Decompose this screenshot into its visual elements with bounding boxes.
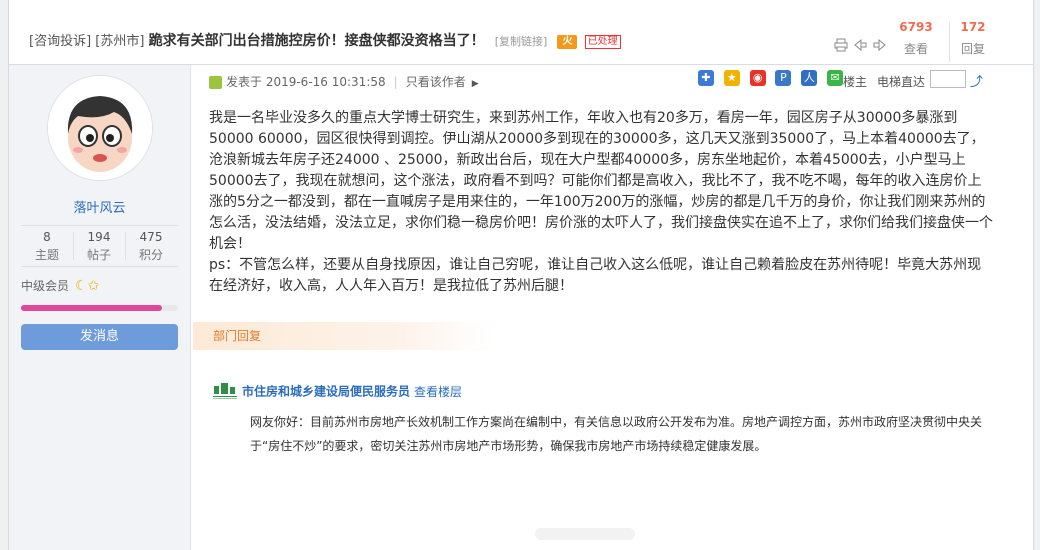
post-content: 我是一名毕业没多久的重点大学博士研究生，来到苏州工作，年收入也有20多万，看房一…	[209, 108, 994, 297]
thread-header: [咨询投诉] [苏州市] 跪求有关部门出台措施控房价！接盘侠都没资格当了！ [复…	[9, 8, 1033, 65]
level-progress-fill	[21, 305, 163, 311]
post-paragraph: 我是一名毕业没多久的重点大学博士研究生，来到苏州工作，年收入也有20多万，看房一…	[209, 110, 993, 252]
hot-fire-icon: 火	[557, 34, 578, 49]
post-time: 发表于 2019-6-16 10:31:58	[226, 75, 386, 89]
stat-value: 8	[43, 230, 51, 244]
stat-value: 194	[87, 230, 111, 244]
view-floor-link[interactable]: 查看楼层	[414, 385, 462, 399]
print-icon[interactable]	[834, 38, 848, 52]
weibo-icon[interactable]: ◉	[749, 70, 766, 86]
floor-jump-input[interactable]	[930, 70, 966, 88]
author-sidebar: 落叶风云 8 主题 194 帖子 475 积分 中级会员 ☾✩ 发消息	[9, 65, 191, 550]
author-stat-topics[interactable]: 8 主题	[21, 230, 73, 263]
official-reply-header: 市住房和城乡建设局便民服务员 查看楼层	[212, 380, 462, 402]
stat-label: 积分	[138, 248, 163, 262]
post-meta: 发表于 2019-6-16 10:31:58 | 只看该作者 ▶	[209, 73, 479, 90]
author-stat-posts[interactable]: 194 帖子	[73, 230, 125, 263]
author-stats: 8 主题 194 帖子 475 积分	[21, 225, 178, 267]
official-reply-text: 网友你好：目前苏州市房地产长效机制工作方案尚在编制中，有关信息以政府公开发布为准…	[250, 415, 983, 453]
qzone-icon[interactable]: ★	[723, 70, 740, 86]
replies-count: 172	[960, 20, 986, 34]
department-reply-tag: 部门回复	[193, 322, 493, 350]
views-count: 6793	[899, 20, 933, 34]
play-arrow-icon: ▶	[471, 79, 479, 89]
jump-label: 电梯直达	[877, 75, 926, 89]
renren-icon[interactable]: 人	[801, 70, 818, 86]
avatar[interactable]	[47, 75, 153, 181]
author-name[interactable]: 落叶风云	[9, 197, 190, 216]
next-thread-icon[interactable]	[873, 38, 887, 52]
stat-label: 帖子	[86, 248, 111, 262]
rank-label: 中级会员	[21, 279, 70, 293]
prev-thread-icon[interactable]	[853, 38, 867, 52]
replies-label: 回复	[960, 42, 985, 56]
reply-org-name[interactable]: 市住房和城乡建设局便民服务员	[242, 385, 410, 399]
only-author-link[interactable]: 只看该作者	[406, 75, 466, 89]
status-badge: 已处理	[584, 34, 621, 49]
add-icon[interactable]: ✚	[698, 70, 714, 86]
category-link[interactable]: [咨询投诉]	[29, 34, 91, 49]
member-rank: 中级会员 ☾✩	[21, 277, 99, 294]
wechat-icon[interactable]: ✉	[827, 70, 844, 86]
jump-go-icon[interactable]: ⤴	[970, 71, 983, 90]
level-progress-bar	[21, 305, 178, 311]
moon-star-icon: ☾✩	[75, 278, 100, 294]
copy-link[interactable]: [复制链接]	[495, 35, 548, 48]
thread-page: [咨询投诉] [苏州市] 跪求有关部门出台措施控房价！接盘侠都没资格当了！ [复…	[8, 0, 1034, 550]
stat-value: 475	[139, 230, 163, 244]
send-message-button[interactable]: 发消息	[21, 324, 178, 350]
views-stat: 6793 查看	[893, 20, 939, 57]
views-label: 查看	[903, 42, 928, 56]
qq-icon[interactable]: P	[775, 70, 792, 86]
city-link[interactable]: [苏州市]	[95, 34, 144, 49]
horizontal-scrollbar[interactable]	[535, 528, 635, 540]
stat-label: 主题	[34, 248, 59, 262]
share-toolbar: ✚ ★ ◉ P 人 ✉	[698, 70, 849, 86]
post-paragraph: ps：不管怎么样，还要从自身找原因，谁让自己穷呢，谁让自己收入这么低呢，谁让自己…	[209, 257, 982, 294]
thread-title-line: [咨询投诉] [苏州市] 跪求有关部门出台措施控房价！接盘侠都没资格当了！ [复…	[29, 30, 621, 50]
thread-title: 跪求有关部门出台措施控房价！接盘侠都没资格当了！	[148, 33, 485, 49]
floor-label: 楼主	[843, 75, 868, 89]
housing-bureau-logo-icon	[212, 380, 238, 402]
meta-divider: |	[393, 75, 398, 89]
replies-stat: 172 回复	[950, 20, 996, 57]
post-status-icon	[209, 76, 222, 89]
author-stat-credits[interactable]: 475 积分	[125, 230, 177, 263]
